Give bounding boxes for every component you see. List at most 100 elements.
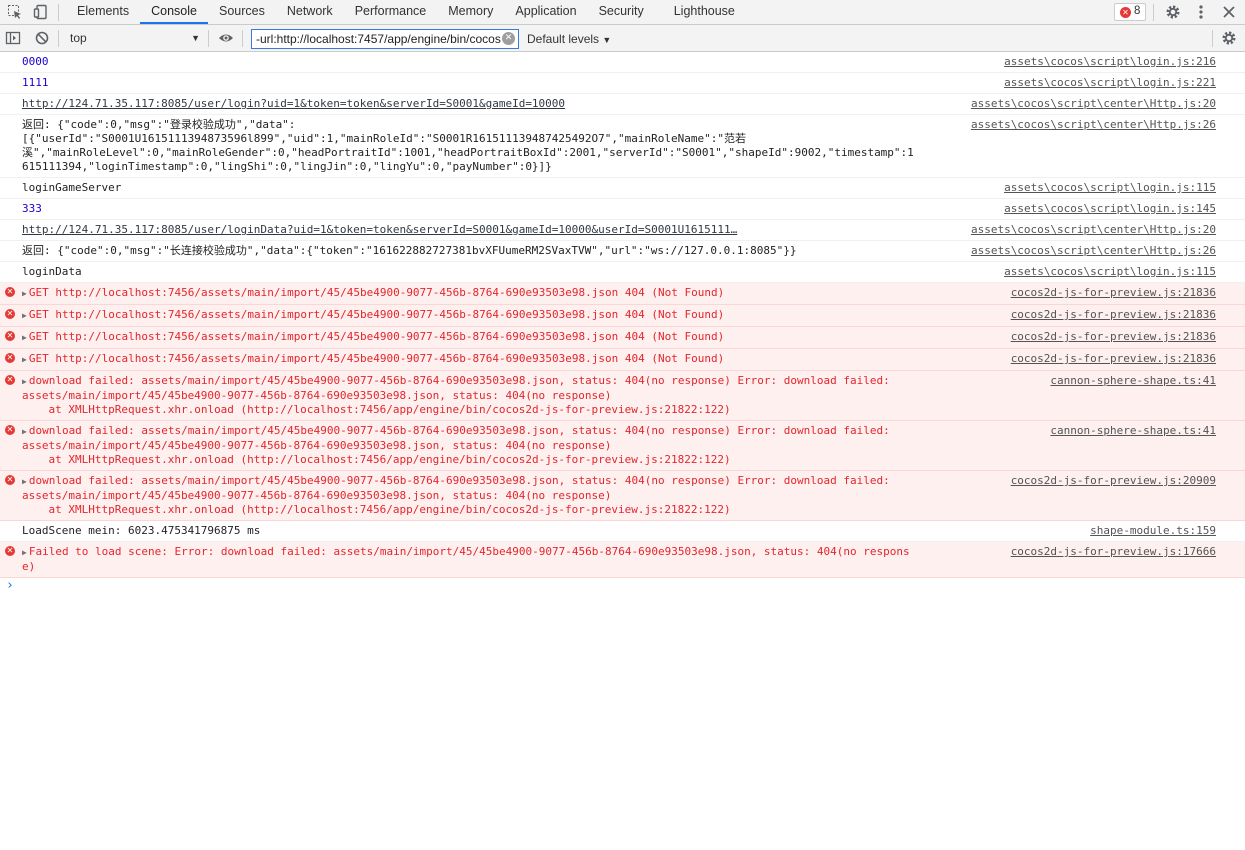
tab-lighthouse[interactable]: Lighthouse bbox=[663, 0, 746, 24]
message-source-link[interactable]: assets\cocos\script\login.js:221 bbox=[1004, 76, 1216, 90]
divider bbox=[1153, 4, 1154, 21]
console-settings-gear-icon[interactable] bbox=[1221, 30, 1237, 46]
expand-triangle-icon[interactable]: ▶ bbox=[22, 311, 27, 320]
tab-console[interactable]: Console bbox=[140, 0, 208, 24]
error-icon: ✕ bbox=[5, 475, 15, 485]
console-log-message: http://124.71.35.117:8085/user/loginData… bbox=[0, 220, 1245, 241]
tab-elements[interactable]: Elements bbox=[66, 0, 140, 24]
tab-sources[interactable]: Sources bbox=[208, 0, 276, 24]
message-body: download failed: assets/main/import/45/4… bbox=[22, 424, 890, 466]
message-source-link[interactable]: cannon-sphere-shape.ts:41 bbox=[1050, 374, 1216, 388]
message-source-link[interactable]: assets\cocos\script\login.js:115 bbox=[1004, 265, 1216, 279]
expand-triangle-icon[interactable]: ▶ bbox=[22, 477, 27, 486]
dropdown-caret-icon: ▼ bbox=[191, 33, 200, 43]
close-devtools-icon[interactable] bbox=[1221, 4, 1237, 20]
device-toolbar-icon[interactable] bbox=[33, 4, 49, 20]
message-body: LoadScene mein: 6023.475341796875 ms bbox=[22, 524, 261, 537]
error-icon: ✕ bbox=[5, 425, 15, 435]
message-body: download failed: assets/main/import/45/4… bbox=[22, 374, 890, 416]
message-source-link[interactable]: cocos2d-js-for-preview.js:21836 bbox=[1011, 352, 1216, 366]
panel-tabs: Elements Console Sources Network Performance… bbox=[66, 0, 746, 25]
message-source-link[interactable]: shape-module.ts:159 bbox=[1090, 524, 1216, 538]
error-icon: ✕ bbox=[1120, 7, 1131, 18]
context-selector[interactable]: top ▼ bbox=[64, 28, 204, 48]
message-body: Failed to load scene: Error: download fa… bbox=[22, 545, 910, 573]
message-body: GET http://localhost:7456/assets/main/im… bbox=[28, 286, 725, 299]
live-expression-eye-icon[interactable] bbox=[218, 30, 234, 46]
console-log-message: LoadScene mein: 6023.475341796875 ms shap… bbox=[0, 521, 1245, 542]
console-error-message: ✕ ▶ GET http://localhost:7456/assets/main/… bbox=[0, 327, 1245, 349]
message-source-link[interactable]: assets\cocos\script\login.js:216 bbox=[1004, 55, 1216, 69]
expand-triangle-icon[interactable]: ▶ bbox=[22, 355, 27, 364]
message-source-link[interactable]: assets\cocos\script\center\Http.js:20 bbox=[971, 97, 1216, 111]
console-log-message: loginGameServer assets\cocos\script\login… bbox=[0, 178, 1245, 199]
message-source-link[interactable]: assets\cocos\script\center\Http.js:26 bbox=[971, 244, 1216, 258]
divider bbox=[58, 30, 59, 47]
message-body: 0000 bbox=[22, 55, 49, 68]
message-body: 返回: {"code":0,"msg":"登录校验成功","data": [{"… bbox=[22, 118, 914, 173]
tab-network[interactable]: Network bbox=[276, 0, 344, 24]
message-body: GET http://localhost:7456/assets/main/im… bbox=[28, 330, 725, 343]
error-icon: ✕ bbox=[5, 287, 15, 297]
message-body[interactable]: http://124.71.35.117:8085/user/loginData… bbox=[22, 223, 737, 236]
error-icon: ✕ bbox=[5, 331, 15, 341]
divider bbox=[242, 30, 243, 47]
message-body: GET http://localhost:7456/assets/main/im… bbox=[28, 352, 725, 365]
console-error-message: ✕ ▶ GET http://localhost:7456/assets/main/… bbox=[0, 283, 1245, 305]
console-log-message: 1111 assets\cocos\script\login.js:221 bbox=[0, 73, 1245, 94]
message-source-link[interactable]: cocos2d-js-for-preview.js:17666 bbox=[1011, 545, 1216, 559]
message-source-link[interactable]: assets\cocos\script\center\Http.js:20 bbox=[971, 223, 1216, 237]
console-error-message: ✕ ▶ download failed: assets/main/import/45… bbox=[0, 371, 1245, 421]
tab-application[interactable]: Application bbox=[504, 0, 587, 24]
message-source-link[interactable]: cocos2d-js-for-preview.js:21836 bbox=[1011, 286, 1216, 300]
tab-performance[interactable]: Performance bbox=[344, 0, 438, 24]
message-body: download failed: assets/main/import/45/4… bbox=[22, 474, 890, 516]
log-levels-label: Default levels bbox=[527, 32, 600, 46]
devtools-tab-bar: Elements Console Sources Network Performance… bbox=[0, 0, 1245, 25]
message-body: 返回: {"code":0,"msg":"长连接校验成功","data":{"t… bbox=[22, 244, 797, 257]
settings-gear-icon[interactable] bbox=[1165, 4, 1181, 20]
console-error-message: ✕ ▶ download failed: assets/main/import/45… bbox=[0, 421, 1245, 471]
console-toolbar: top ▼ -url:http://localhost:7457/app/eng… bbox=[0, 25, 1245, 52]
show-sidebar-icon[interactable] bbox=[5, 30, 21, 46]
message-body: 1111 bbox=[22, 76, 49, 89]
log-levels-dropdown[interactable]: Default levels ▼ bbox=[527, 29, 611, 49]
more-options-icon[interactable] bbox=[1193, 4, 1209, 20]
error-icon: ✕ bbox=[5, 546, 15, 556]
expand-triangle-icon[interactable]: ▶ bbox=[22, 377, 27, 386]
console-log-message: 0000 assets\cocos\script\login.js:216 bbox=[0, 52, 1245, 73]
message-source-link[interactable]: assets\cocos\script\center\Http.js:26 bbox=[971, 118, 1216, 132]
console-messages: 0000 assets\cocos\script\login.js:216 1111… bbox=[0, 52, 1245, 596]
expand-triangle-icon[interactable]: ▶ bbox=[22, 427, 27, 436]
console-filter-input[interactable]: -url:http://localhost:7457/app/engine/bi… bbox=[251, 29, 519, 49]
message-source-link[interactable]: cocos2d-js-for-preview.js:21836 bbox=[1011, 308, 1216, 322]
tab-memory[interactable]: Memory bbox=[437, 0, 504, 24]
message-source-link[interactable]: cannon-sphere-shape.ts:41 bbox=[1050, 424, 1216, 438]
clear-filter-icon[interactable]: ✕ bbox=[502, 32, 515, 45]
console-log-message: http://124.71.35.117:8085/user/login?uid… bbox=[0, 94, 1245, 115]
console-error-message: ✕ ▶ download failed: assets/main/import/45… bbox=[0, 471, 1245, 521]
message-source-link[interactable]: cocos2d-js-for-preview.js:21836 bbox=[1011, 330, 1216, 344]
message-source-link[interactable]: assets\cocos\script\login.js:145 bbox=[1004, 202, 1216, 216]
error-count-badge[interactable]: ✕ 8 bbox=[1114, 3, 1146, 21]
console-log-message: 返回: {"code":0,"msg":"长连接校验成功","data":{"t… bbox=[0, 241, 1245, 262]
expand-triangle-icon[interactable]: ▶ bbox=[22, 289, 27, 298]
expand-triangle-icon[interactable]: ▶ bbox=[22, 548, 27, 557]
message-text: LoadScene mein: 6023.475341796875 ms bbox=[22, 524, 1245, 538]
clear-console-icon[interactable] bbox=[34, 30, 50, 46]
prompt-chevron-icon: › bbox=[6, 578, 14, 593]
tab-security[interactable]: Security bbox=[588, 0, 655, 24]
message-body: loginGameServer bbox=[22, 181, 122, 194]
message-source-link[interactable]: cocos2d-js-for-preview.js:20909 bbox=[1011, 474, 1216, 488]
error-icon: ✕ bbox=[5, 375, 15, 385]
message-body[interactable]: http://124.71.35.117:8085/user/login?uid… bbox=[22, 97, 565, 110]
expand-triangle-icon[interactable]: ▶ bbox=[22, 333, 27, 342]
message-source-link[interactable]: assets\cocos\script\login.js:115 bbox=[1004, 181, 1216, 195]
console-prompt[interactable]: › bbox=[0, 578, 1245, 596]
dropdown-caret-icon: ▼ bbox=[602, 35, 612, 45]
console-error-message: ✕ ▶ GET http://localhost:7456/assets/main/… bbox=[0, 349, 1245, 371]
divider bbox=[58, 4, 59, 21]
console-error-message: ✕ ▶ GET http://localhost:7456/assets/main/… bbox=[0, 305, 1245, 327]
inspect-element-icon[interactable] bbox=[7, 4, 23, 20]
console-error-message: ✕ ▶ Failed to load scene: Error: download … bbox=[0, 542, 1245, 578]
